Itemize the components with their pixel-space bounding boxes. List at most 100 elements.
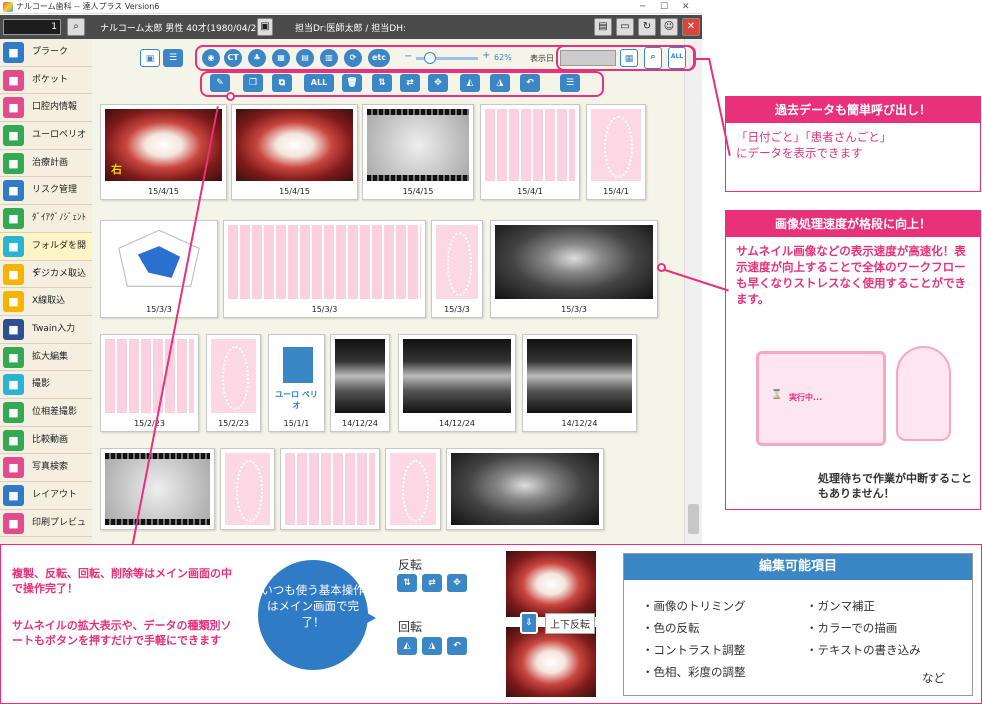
rotate-right-icon[interactable]: ◮ <box>490 74 510 92</box>
etc-button[interactable]: etc <box>368 49 390 67</box>
search-icon[interactable]: ⌕ <box>67 18 85 36</box>
thumbnail-image <box>225 453 270 525</box>
sidebar-item[interactable]: ■ ﾀﾞｲｱｸﾞﾉｼﾞｪﾝﾄ <box>0 205 92 233</box>
thumbnail[interactable]: 14/12/24 <box>330 334 390 432</box>
scrollbar-thumb[interactable] <box>688 504 699 534</box>
thumbnail-date: 15/2/23 <box>218 419 249 428</box>
thumbnail[interactable]: 14/12/24 <box>522 334 637 432</box>
date-highlight <box>556 45 696 71</box>
rotate-left-icon[interactable]: ◭ <box>460 74 480 92</box>
rotate-right-icon: ◮ <box>422 637 442 655</box>
close-window-button[interactable]: ✕ <box>682 0 690 14</box>
sidebar-item[interactable]: ■ 治療計画 <box>0 150 92 178</box>
flip-both-icon[interactable]: ✥ <box>428 74 448 92</box>
duplicate-icon[interactable]: ⧉ <box>272 74 292 92</box>
thumbnail[interactable]: ユーロ ペリオ 15/1/1 <box>268 334 325 432</box>
thumbnail[interactable]: 15/2/23 <box>100 334 199 432</box>
monitor-icon[interactable]: ▭ <box>616 18 634 36</box>
thumbnail[interactable] <box>385 448 441 530</box>
sidebar-item-label: リスク管理 <box>32 185 78 196</box>
edit-icon[interactable]: ✎ <box>210 74 230 92</box>
sort-list-icon[interactable]: ☰ <box>560 74 580 92</box>
sidebar-item[interactable]: ■ デジカメ取込 <box>0 261 92 289</box>
sidebar-item-label: 拡大編集 <box>32 351 69 362</box>
thumbnail[interactable]: 15/4/15 <box>362 104 474 200</box>
sidebar-item[interactable]: ■ 比較動画 <box>0 427 92 455</box>
monitor-illustration: ⌛ 実行中... <box>756 351 886 446</box>
thumbnail[interactable]: 15/3/3 <box>490 220 658 318</box>
grid-icon[interactable]: ▤ <box>296 49 314 67</box>
sidebar-item[interactable]: ■ リスク管理 <box>0 177 92 206</box>
book-icon[interactable]: ▤ <box>594 18 612 36</box>
thumbnail-view-icon[interactable]: ▣ <box>140 49 160 67</box>
list-view-icon[interactable]: ☰ <box>163 49 183 67</box>
minimize-button[interactable]: ─ <box>640 0 645 14</box>
sidebar-item-label: ポケット <box>32 74 69 85</box>
image-icon[interactable]: ▦ <box>272 49 290 67</box>
ct-button[interactable]: CT <box>224 49 242 67</box>
thumbnail[interactable]: 15/4/1 <box>480 104 580 200</box>
thumbnail-image <box>367 109 469 181</box>
thumbnail-date: 15/3/3 <box>561 305 587 314</box>
app-icon <box>3 2 13 12</box>
all-button[interactable]: ALL <box>304 74 334 92</box>
thumbnail[interactable]: 14/12/24 <box>398 334 516 432</box>
patient-card-icon[interactable]: ▣ <box>257 18 273 36</box>
thumbnail[interactable]: 15/3/3 <box>223 220 426 318</box>
sidebar-item[interactable]: ■ 位相差撮影 <box>0 399 92 427</box>
flip-vertical-icon[interactable]: ⇅ <box>372 74 392 92</box>
sidebar-item[interactable]: ■ ポケット <box>0 67 92 95</box>
doctor-info: 担当Dr:医師太郎 / 担当DH: <box>295 24 406 34</box>
zoom-edit-icon: ■ <box>3 346 24 368</box>
sidebar-item[interactable]: ■ Twain入力 <box>0 316 92 344</box>
risk-icon: ■ <box>3 180 24 202</box>
zoom-in-icon[interactable]: + <box>482 50 490 61</box>
thumbnail-date: 15/4/1 <box>603 187 629 196</box>
refresh-icon[interactable]: ↻ <box>638 18 656 36</box>
rotate-180-icon[interactable]: ↶ <box>520 74 540 92</box>
thumbnail[interactable] <box>100 448 215 530</box>
thumbnail-image <box>228 225 421 299</box>
chart-icon[interactable]: ▥ <box>320 49 338 67</box>
copy-icon[interactable]: ❐ <box>243 74 263 92</box>
user-icon[interactable]: ☺ <box>660 18 678 36</box>
perio-label: ユーロ ペリオ <box>275 390 318 410</box>
zoom-slider-knob[interactable] <box>424 52 436 64</box>
sidebar: ■ プラーク ■ ポケット ■ 口腔内情報 ■ ユーロペリオ ■ 治療計画 ■ リスク管理 ■ ﾀﾞｲｱｸ… <box>0 39 92 555</box>
maximize-button[interactable]: ☐ <box>660 0 668 14</box>
thumbnail[interactable]: 15/4/15 <box>231 104 358 200</box>
sidebar-item[interactable]: ■ フォルダを開く <box>0 232 92 278</box>
sidebar-item[interactable]: ■印刷プレビュー <box>0 510 92 555</box>
sidebar-item[interactable]: ■ 拡大編集 <box>0 344 92 372</box>
thumbnail[interactable] <box>446 448 604 530</box>
intraoral-icon[interactable]: ◉ <box>202 49 220 67</box>
bottom-text-2: サムネイルの拡大表示や、データの種類別ソートもボタンを押すだけで手軽にできます <box>12 619 232 647</box>
thumbnail[interactable]: 15/3/3 <box>431 220 483 318</box>
thumbnail[interactable]: 15/4/1 <box>586 104 646 200</box>
thumbnail[interactable] <box>280 448 380 530</box>
running-text: 実行中... <box>789 393 823 402</box>
scrollbar[interactable] <box>684 39 702 544</box>
tooth-icon[interactable]: ♣ <box>248 49 266 67</box>
thumbnail[interactable]: 15/2/23 <box>206 334 261 432</box>
sidebar-item[interactable]: ■ 口腔内情報 <box>0 94 92 123</box>
sidebar-item[interactable]: ■ ユーロペリオ <box>0 122 92 150</box>
exit-icon[interactable]: ✕ <box>682 18 700 36</box>
delete-icon[interactable]: 🗑 <box>342 74 362 92</box>
thumbnail-image <box>495 225 653 299</box>
zoom-out-icon[interactable]: − <box>404 51 412 62</box>
sidebar-item[interactable]: ■ 写真検索 <box>0 454 92 482</box>
flip-horizontal-icon[interactable]: ⇄ <box>400 74 420 92</box>
sidebar-item[interactable]: ■ プラーク <box>0 39 92 67</box>
patient-id-input[interactable]: 1 <box>3 19 61 35</box>
sidebar-item[interactable]: ■ 撮影 <box>0 371 92 399</box>
thumbnail-image <box>436 225 478 299</box>
thumbnail[interactable]: 15/3/3 <box>100 220 218 318</box>
rotate-icon[interactable]: ⟳ <box>344 49 362 67</box>
plan-icon: ■ <box>3 152 24 174</box>
rotate-label: 回転 <box>398 620 423 634</box>
thumbnail[interactable] <box>220 448 275 530</box>
thumbnail-image: ユーロ ペリオ <box>273 339 320 413</box>
sidebar-item[interactable]: ■ X線取込 <box>0 288 92 316</box>
sidebar-item[interactable]: ■ レイアウト <box>0 482 92 510</box>
